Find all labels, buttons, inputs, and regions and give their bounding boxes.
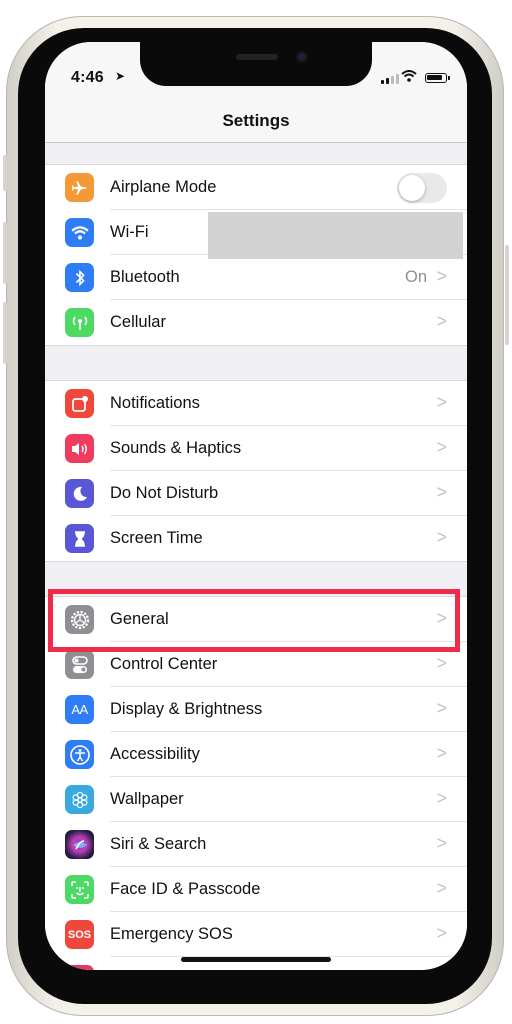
chevron-right-icon: >: [436, 878, 447, 898]
settings-row-label: Emergency SOS: [110, 925, 233, 943]
hourglass-icon: [65, 524, 94, 553]
chevron-right-icon: >: [436, 392, 447, 412]
bluetooth-status-value: On: [404, 268, 427, 286]
settings-row-wallpaper[interactable]: Wallpaper >: [45, 777, 467, 822]
chevron-right-icon: >: [436, 833, 447, 853]
moon-icon: [65, 479, 94, 508]
settings-row-label: Control Center: [110, 655, 218, 673]
settings-row-label: Accessibility: [110, 745, 200, 763]
cellular-antenna-icon: [65, 308, 94, 337]
settings-row-notifications[interactable]: Notifications >: [45, 381, 467, 426]
airplane-mode-toggle[interactable]: [397, 173, 447, 203]
wifi-icon: [65, 218, 94, 247]
settings-row-display-brightness[interactable]: AA Display & Brightness >: [45, 687, 467, 732]
partial-row-icon: [65, 965, 94, 970]
settings-row-bluetooth[interactable]: Bluetooth On >: [45, 255, 467, 300]
chevron-right-icon: >: [436, 923, 447, 943]
speaker-grille: [236, 54, 278, 60]
front-camera: [296, 51, 308, 63]
settings-row-cellular[interactable]: Cellular >: [45, 300, 467, 345]
airplane-icon: [65, 173, 94, 202]
face-id-icon: [65, 875, 94, 904]
cellular-signal-icon: [381, 74, 399, 84]
side-button: [505, 245, 509, 345]
home-indicator[interactable]: [181, 957, 331, 962]
chevron-right-icon: >: [436, 653, 447, 673]
volume-down-button: [3, 302, 7, 364]
chevron-right-icon: >: [436, 311, 447, 331]
flower-icon: [65, 785, 94, 814]
chevron-right-icon: >: [436, 437, 447, 457]
redacted-wifi-network: [208, 212, 463, 259]
settings-row-label: Airplane Mode: [110, 178, 217, 196]
chevron-right-icon: >: [436, 743, 447, 763]
siri-icon: [65, 830, 94, 859]
chevron-right-icon: >: [436, 482, 447, 502]
accessibility-icon: [65, 740, 94, 769]
settings-row-do-not-disturb[interactable]: Do Not Disturb >: [45, 471, 467, 516]
sos-icon: SOS: [65, 920, 94, 949]
settings-row-label: Screen Time: [110, 529, 203, 547]
screen: Settings 4:46 ➤ Airplane Mode Wi-Fi Blue…: [45, 42, 467, 970]
notifications-icon: [65, 389, 94, 418]
settings-row-label: Face ID & Passcode: [110, 880, 261, 898]
mute-switch: [3, 155, 7, 191]
speaker-icon: [65, 434, 94, 463]
wifi-icon: [401, 69, 417, 85]
battery-icon: [425, 73, 450, 83]
settings-row-label: Notifications: [110, 394, 200, 412]
settings-group-general: General > Control Center > AA Display & …: [45, 596, 467, 970]
settings-row-label: Cellular: [110, 313, 166, 331]
settings-row-label: Display & Brightness: [110, 700, 263, 718]
page-title: Settings: [222, 111, 290, 130]
volume-up-button: [3, 222, 7, 284]
chevron-right-icon: >: [436, 266, 447, 286]
settings-group-notifications: Notifications > Sounds & Haptics > Do No…: [45, 380, 467, 562]
settings-row-accessibility[interactable]: Accessibility >: [45, 732, 467, 777]
location-arrow-icon: ➤: [115, 69, 126, 83]
settings-row-label: Bluetooth: [110, 268, 180, 286]
chevron-right-icon: >: [436, 788, 447, 808]
highlight-box-general: [48, 589, 460, 652]
settings-row-face-id-passcode[interactable]: Face ID & Passcode >: [45, 867, 467, 912]
notch: [140, 42, 372, 86]
settings-row-screen-time[interactable]: Screen Time >: [45, 516, 467, 561]
settings-row-label: Wi-Fi: [110, 223, 149, 241]
settings-row-label: Sounds & Haptics: [110, 439, 242, 457]
settings-row-emergency-sos[interactable]: SOS Emergency SOS >: [45, 912, 467, 957]
settings-row-label: Do Not Disturb: [110, 484, 219, 502]
chevron-right-icon: >: [436, 527, 447, 547]
bluetooth-icon: [65, 263, 94, 292]
settings-row-sounds-haptics[interactable]: Sounds & Haptics >: [45, 426, 467, 471]
text-size-icon: AA: [65, 695, 94, 724]
status-time: 4:46: [71, 69, 104, 86]
switches-icon: [65, 650, 94, 679]
settings-row-airplane-mode[interactable]: Airplane Mode: [45, 165, 467, 210]
settings-row-siri-search[interactable]: Siri & Search >: [45, 822, 467, 867]
chevron-right-icon: >: [436, 698, 447, 718]
settings-row-label: Siri & Search: [110, 835, 207, 853]
settings-row-label: Wallpaper: [110, 790, 184, 808]
